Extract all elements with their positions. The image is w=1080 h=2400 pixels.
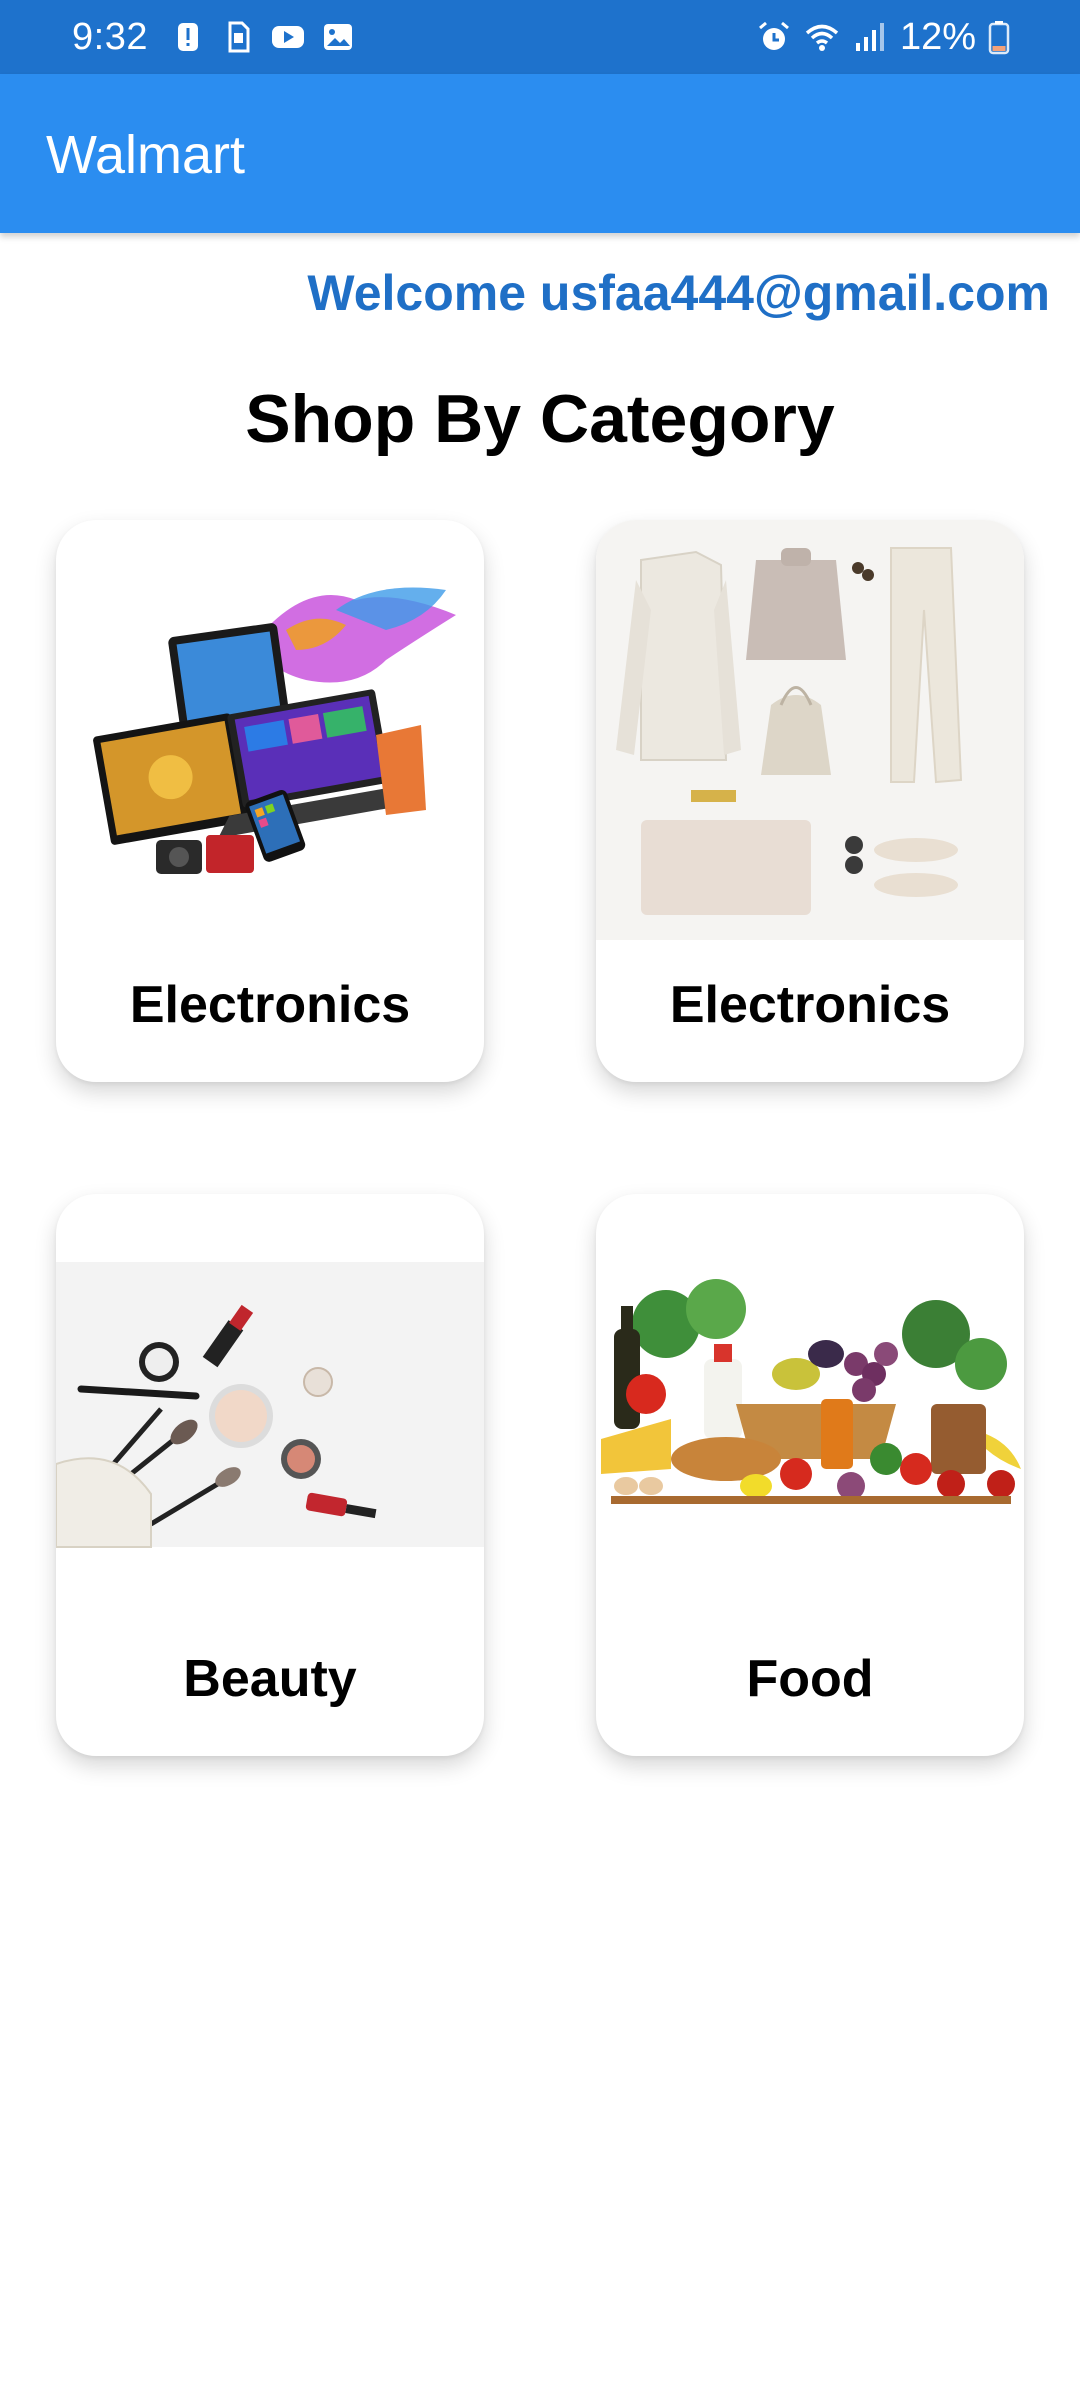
- section-title: Shop By Category: [245, 381, 835, 457]
- sim-icon: [220, 19, 256, 55]
- signal-icon: [852, 19, 888, 55]
- alarm-icon: [756, 19, 792, 55]
- electronics-image: [56, 520, 484, 940]
- status-bar: 9:32 12%: [0, 0, 1080, 74]
- status-right-group: 12%: [756, 0, 1010, 74]
- category-card-fashion[interactable]: Electronics: [596, 520, 1024, 1082]
- category-label: Electronics: [129, 976, 411, 1034]
- category-card-beauty[interactable]: Beauty: [56, 1194, 484, 1756]
- app-bar: Walmart: [0, 74, 1080, 233]
- category-card-electronics[interactable]: Electronics: [56, 520, 484, 1082]
- gallery-icon: [320, 19, 356, 55]
- category-label: Food: [746, 1650, 874, 1708]
- beauty-image: [56, 1194, 484, 1614]
- welcome-text: Welcome usfaa444@gmail.com: [307, 265, 1050, 321]
- youtube-icon: [270, 19, 306, 55]
- alert-icon: [170, 19, 206, 55]
- category-card-food[interactable]: Food: [596, 1194, 1024, 1756]
- wifi-icon: [804, 19, 840, 55]
- status-time: 9:32: [72, 15, 148, 58]
- category-label: Electronics: [669, 976, 951, 1034]
- status-left-group: 9:32: [72, 0, 356, 74]
- food-image: [596, 1194, 1024, 1614]
- category-label: Beauty: [183, 1650, 357, 1708]
- fashion-image: [596, 520, 1024, 940]
- battery-percent: 12%: [899, 15, 976, 58]
- app-title: Walmart: [46, 125, 245, 185]
- battery-icon: [988, 19, 1010, 55]
